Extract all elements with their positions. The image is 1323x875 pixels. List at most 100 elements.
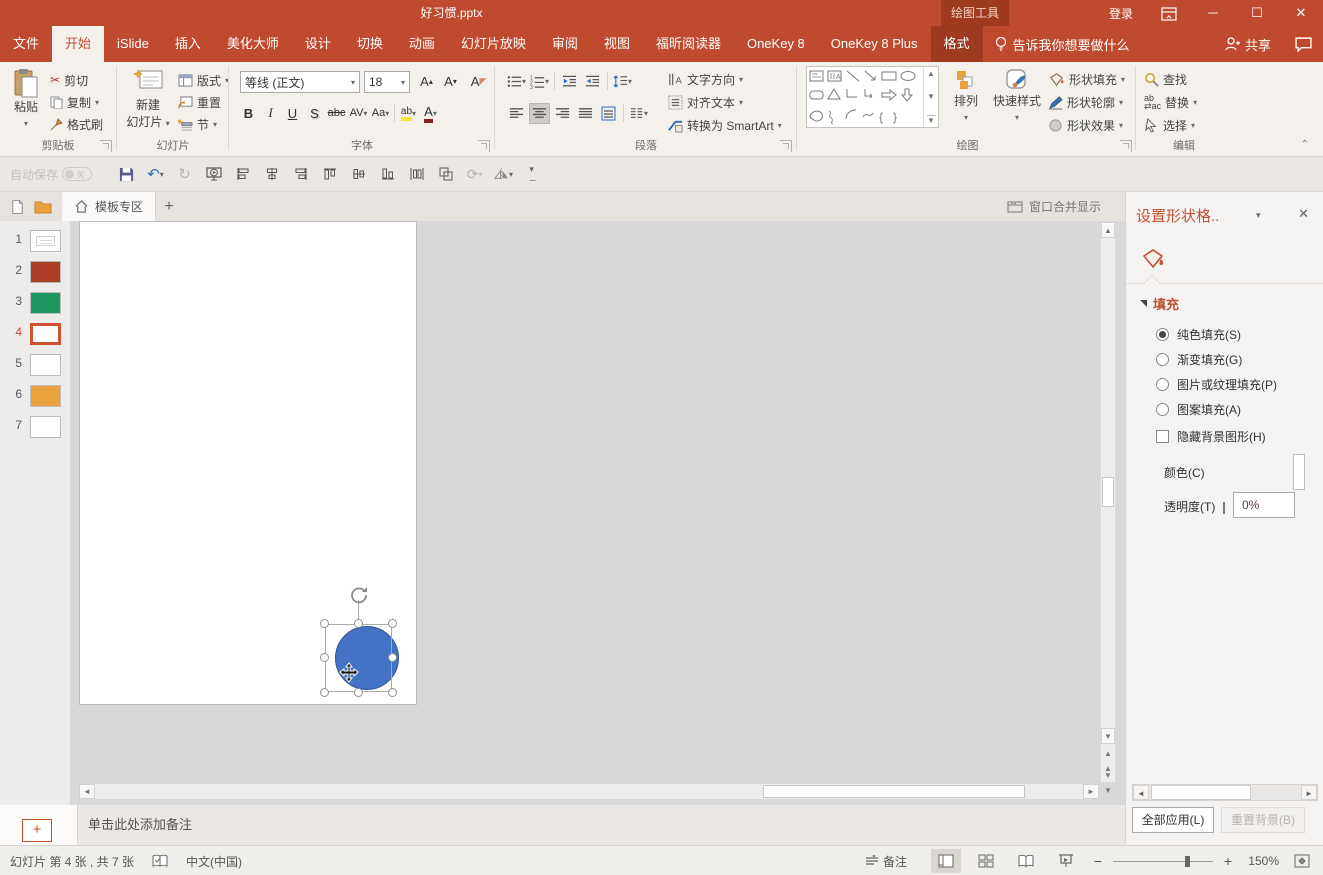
- collapse-ribbon-button[interactable]: ⌃: [1301, 139, 1309, 150]
- vertical-scrollbar[interactable]: ▲ ▼ ▲▲ ▼▼: [1100, 221, 1116, 783]
- panel-horizontal-scrollbar[interactable]: ◄ ►: [1132, 784, 1318, 801]
- option-solid-fill[interactable]: 纯色填充(S): [1156, 326, 1241, 343]
- flip-objects-button[interactable]: ▾: [489, 162, 518, 186]
- rotate-objects-button[interactable]: ⟳▾: [460, 162, 489, 186]
- clipboard-dialog-launcher[interactable]: [100, 140, 112, 152]
- tab-slideshow[interactable]: 幻灯片放映: [448, 26, 539, 62]
- slide-thumbnail-6[interactable]: 6: [0, 384, 70, 408]
- fill-and-line-tab[interactable]: [1138, 244, 1168, 272]
- slide-thumbnail-1[interactable]: 1: [0, 229, 70, 253]
- close-button[interactable]: ✕: [1279, 0, 1323, 26]
- slide-thumbnail-5[interactable]: 5: [0, 353, 70, 377]
- resize-handle-top-left[interactable]: [320, 619, 329, 628]
- radio-picture-texture-fill[interactable]: [1156, 378, 1169, 391]
- scroll-right-button[interactable]: ►: [1083, 784, 1099, 799]
- tab-islide[interactable]: iSlide: [104, 26, 162, 62]
- horizontal-scrollbar[interactable]: ◄ ►: [78, 783, 1100, 800]
- ribbon-display-options-button[interactable]: [1147, 0, 1191, 26]
- rotation-handle[interactable]: [348, 584, 369, 605]
- align-objects-top-button[interactable]: [315, 162, 344, 186]
- align-objects-left-button[interactable]: [228, 162, 257, 186]
- horizontal-scroll-thumb[interactable]: [763, 785, 1025, 798]
- drawing-dialog-launcher[interactable]: [1120, 140, 1132, 152]
- panel-title-dropdown[interactable]: ▾: [1256, 210, 1261, 221]
- template-zone-tab[interactable]: 模板专区: [62, 192, 156, 221]
- shapes-gallery-scroll[interactable]: ▲▼▼: [923, 67, 938, 127]
- zoom-percentage[interactable]: 150%: [1235, 854, 1279, 868]
- tab-format[interactable]: 格式: [931, 26, 983, 62]
- radio-pattern-fill[interactable]: [1156, 403, 1169, 416]
- vertical-scroll-thumb[interactable]: [1102, 477, 1114, 507]
- character-spacing-button[interactable]: AV▾: [348, 103, 369, 124]
- clear-formatting-button[interactable]: A◤: [468, 71, 489, 92]
- tab-onekey8[interactable]: OneKey 8: [734, 26, 818, 62]
- strikethrough-button[interactable]: abc: [326, 103, 347, 124]
- tab-animations[interactable]: 动画: [396, 26, 448, 62]
- copy-button[interactable]: 复制▾: [50, 91, 99, 113]
- option-pattern-fill[interactable]: 图案填充(A): [1156, 401, 1241, 418]
- transparency-input[interactable]: 0%: [1233, 492, 1295, 518]
- panel-scroll-left-button[interactable]: ◄: [1133, 785, 1149, 800]
- notes-placeholder[interactable]: 单击此处添加备注: [88, 814, 192, 833]
- change-case-button[interactable]: Aa▾: [370, 103, 391, 124]
- cut-button[interactable]: ✂剪切: [50, 69, 88, 91]
- shapes-gallery[interactable]: A {: [806, 66, 939, 128]
- tab-design[interactable]: 设计: [292, 26, 344, 62]
- option-hide-background[interactable]: 隐藏背景图形(H): [1156, 428, 1266, 445]
- customize-qat-button[interactable]: ▾─: [518, 162, 547, 186]
- panel-close-button[interactable]: ✕: [1298, 206, 1309, 222]
- increase-indent-button[interactable]: [582, 71, 603, 92]
- resize-handle-top-right[interactable]: [388, 619, 397, 628]
- tab-onekey8plus[interactable]: OneKey 8 Plus: [818, 26, 931, 62]
- scroll-left-button[interactable]: ◄: [79, 784, 95, 799]
- align-objects-center-button[interactable]: [257, 162, 286, 186]
- zoom-slider[interactable]: [1113, 861, 1213, 862]
- slide-sorter-view-button[interactable]: [971, 849, 1001, 873]
- tab-beautify[interactable]: 美化大师: [214, 26, 292, 62]
- next-slide-button[interactable]: ▼▼: [1101, 768, 1115, 784]
- slide-thumbnail-2[interactable]: 2: [0, 260, 70, 284]
- columns-button[interactable]: ▾: [628, 103, 649, 124]
- align-right-button[interactable]: [552, 103, 573, 124]
- spell-check-icon[interactable]: [152, 854, 168, 868]
- tab-insert[interactable]: 插入: [162, 26, 214, 62]
- option-picture-texture-fill[interactable]: 图片或纹理填充(P): [1156, 376, 1277, 393]
- add-slide-button[interactable]: +: [22, 819, 52, 842]
- reading-view-button[interactable]: [1011, 849, 1041, 873]
- radio-gradient-fill[interactable]: [1156, 353, 1169, 366]
- radio-solid-fill[interactable]: [1156, 328, 1169, 341]
- new-document-button[interactable]: [4, 192, 30, 221]
- fit-to-window-button[interactable]: [1287, 849, 1317, 873]
- font-color-button[interactable]: A▾: [420, 103, 441, 124]
- shape-effects-button[interactable]: 形状效果▾: [1048, 114, 1134, 136]
- normal-view-button[interactable]: [931, 849, 961, 873]
- text-shadow-button[interactable]: S: [304, 103, 325, 124]
- zoom-out-button[interactable]: −: [1091, 853, 1105, 869]
- justify-button[interactable]: [575, 103, 596, 124]
- scroll-up-button[interactable]: ▲: [1101, 222, 1115, 238]
- fill-color-button[interactable]: [1293, 454, 1305, 490]
- layout-button[interactable]: 版式▾: [178, 69, 229, 91]
- tab-foxit-reader[interactable]: 福昕阅读器: [643, 26, 734, 62]
- slide-thumbnail-4-current[interactable]: 4: [0, 322, 70, 346]
- open-document-button[interactable]: [30, 192, 56, 221]
- font-name-combobox[interactable]: 等线 (正文)▾: [240, 71, 360, 93]
- numbering-button[interactable]: ▾: [529, 71, 550, 92]
- slideshow-view-button[interactable]: [1051, 849, 1081, 873]
- resize-handle-top-center[interactable]: [354, 619, 363, 628]
- panel-scroll-thumb[interactable]: [1151, 785, 1251, 800]
- line-spacing-button[interactable]: ▾: [612, 71, 633, 92]
- redo-button[interactable]: ↻: [170, 162, 199, 186]
- decrease-font-size-button[interactable]: A▾: [440, 71, 461, 92]
- share-button[interactable]: 共享: [1212, 26, 1283, 62]
- merge-windows-button[interactable]: 窗口合并显示: [1007, 198, 1101, 215]
- sign-in-button[interactable]: 登录: [1095, 5, 1147, 22]
- panel-scroll-right-button[interactable]: ►: [1301, 785, 1317, 800]
- italic-button[interactable]: I: [260, 103, 281, 124]
- bullets-button[interactable]: ▾: [506, 71, 527, 92]
- tab-file[interactable]: 文件: [0, 26, 52, 62]
- slide-thumbnail-7[interactable]: 7: [0, 415, 70, 439]
- bold-button[interactable]: B: [238, 103, 259, 124]
- section-button[interactable]: 节▾: [178, 113, 217, 135]
- tab-home[interactable]: 开始: [52, 26, 104, 62]
